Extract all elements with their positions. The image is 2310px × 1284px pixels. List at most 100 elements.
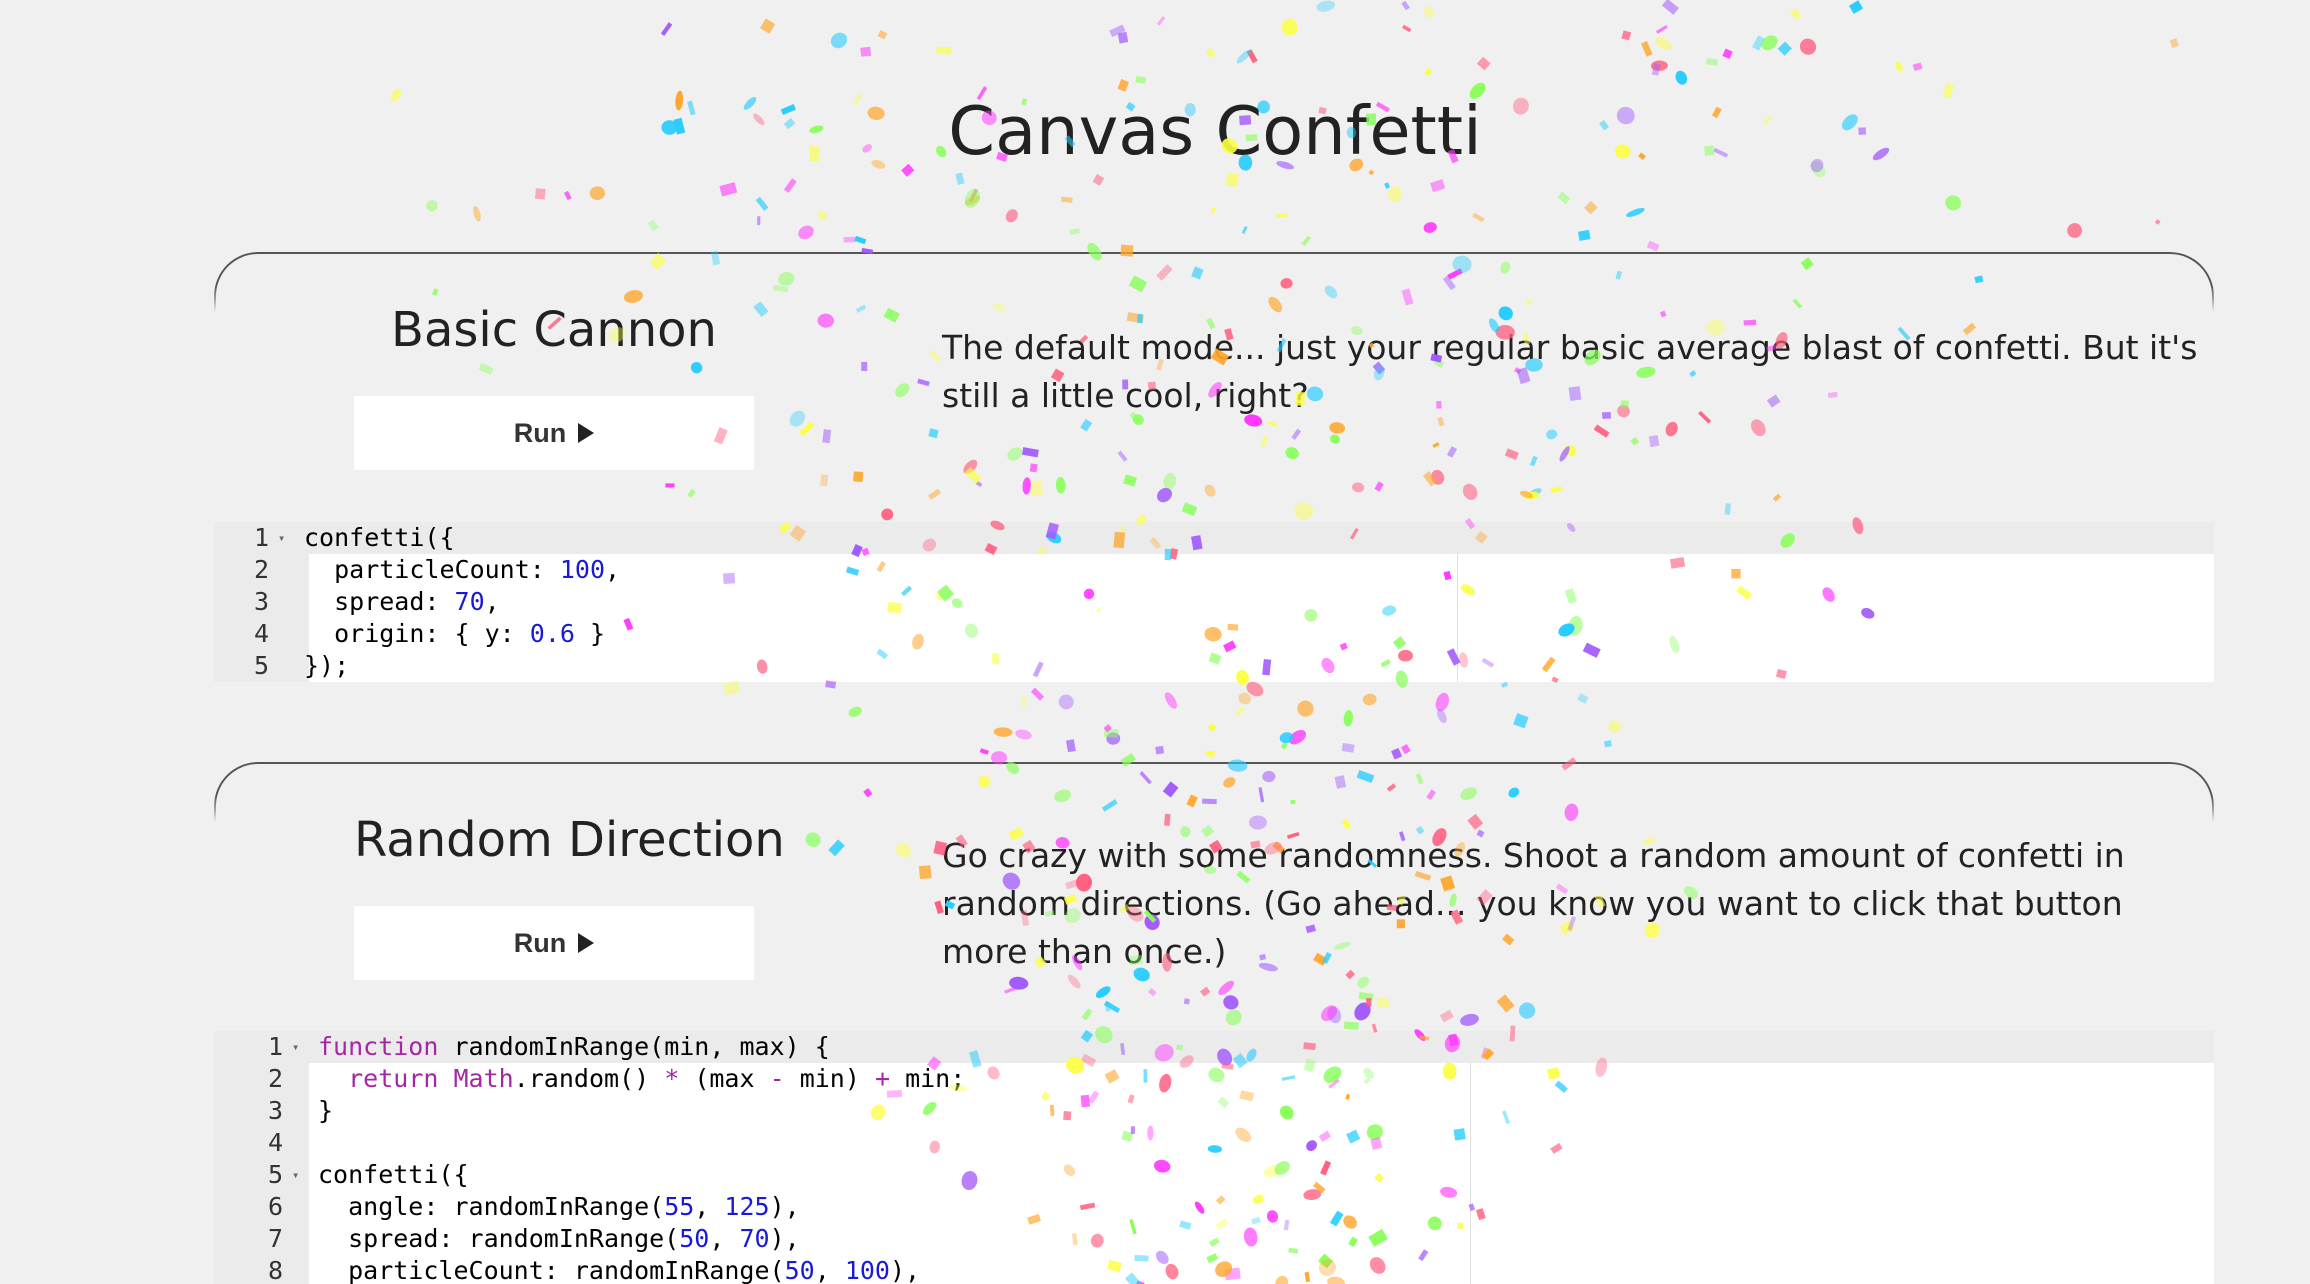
confetti-particle (1058, 694, 1074, 710)
confetti-particle (1640, 40, 1653, 57)
confetti-particle (979, 748, 989, 755)
confetti-particle (1205, 750, 1215, 757)
confetti-particle (660, 22, 673, 36)
confetti-particle (1106, 732, 1121, 745)
confetti-particle (1280, 741, 1288, 750)
confetti-particle (830, 32, 848, 49)
code-token: spread: randomInRange( (318, 1224, 680, 1253)
code-editor[interactable]: 1 ▾ function randomInRange(min, max) {2 re… (214, 1031, 2214, 1284)
confetti-particle (1135, 76, 1146, 84)
confetti-particle (647, 219, 659, 232)
code-text: angle: randomInRange(55, 125), (318, 1191, 800, 1223)
code-text: spread: randomInRange(50, 70), (318, 1223, 800, 1255)
confetti-particle (1435, 692, 1449, 712)
play-icon (578, 933, 595, 953)
play-icon (578, 423, 595, 443)
section-heading: Random Direction (354, 812, 785, 868)
confetti-particle (1761, 35, 1778, 51)
confetti-particle (843, 236, 856, 243)
confetti-particle (1388, 186, 1402, 203)
confetti-particle (1316, 0, 1335, 12)
code-token: 100 (844, 1256, 890, 1284)
code-token: particleCount: randomInRange( (318, 1256, 785, 1284)
confetti-particle (1789, 8, 1802, 21)
section-description: Go crazy with some randomness. Shoot a r… (942, 836, 2125, 971)
code-token: min) (784, 1064, 875, 1093)
code-token: , (814, 1256, 845, 1284)
code-token: 0.6 (529, 619, 575, 648)
code-line: 2 return Math.random() * (max - min) + m… (214, 1063, 2214, 1095)
code-token: return (348, 1064, 439, 1093)
code-text: return Math.random() * (max - min) + min… (318, 1063, 965, 1095)
confetti-particle (964, 188, 980, 209)
code-token: confetti({ (318, 1160, 469, 1189)
confetti-particle (1301, 235, 1312, 247)
line-number: 7 (267, 1224, 283, 1253)
confetti-particle (1246, 49, 1258, 64)
line-number: 1 (253, 523, 269, 552)
fold-toggle-icon[interactable]: ▾ (292, 1159, 299, 1191)
code-token: particleCount: (304, 555, 560, 584)
confetti-particle (757, 216, 761, 226)
confetti-particle (1500, 681, 1509, 688)
confetti-particle (1402, 24, 1412, 33)
confetti-particle (1437, 709, 1447, 723)
confetti-particle (1476, 56, 1491, 71)
confetti-particle (1103, 724, 1112, 733)
code-editor[interactable]: 1 ▾ confetti({2 particleCount: 100, 3 sprea… (214, 522, 2214, 682)
run-button[interactable]: Run (354, 906, 754, 980)
code-text: function randomInRange(min, max) { (318, 1031, 830, 1063)
confetti-particle (1577, 229, 1591, 241)
code-line: 5 ▾ confetti({ (214, 1159, 2214, 1191)
confetti-particle (1281, 18, 1298, 36)
confetti-particle (426, 200, 438, 212)
confetti-particle (1297, 700, 1314, 717)
confetti-particle (1015, 729, 1032, 740)
code-token: 70 (454, 587, 485, 616)
confetti-particle (534, 188, 546, 200)
code-text: confetti({ (304, 522, 455, 554)
confetti-particle (1848, 0, 1864, 14)
confetti-particle (1241, 225, 1248, 235)
confetti-particle (1607, 719, 1623, 735)
confetti-particle (964, 195, 981, 206)
confetti-particle (1706, 58, 1718, 66)
code-text: particleCount: 100, (304, 554, 620, 586)
code-token: 55 (664, 1192, 695, 1221)
fold-toggle-icon[interactable]: ▾ (278, 522, 285, 554)
code-token: .random() (513, 1064, 665, 1093)
confetti-particle (1472, 212, 1485, 223)
section-description: The default mode... just your regular ba… (942, 328, 2198, 415)
confetti-particle (1005, 209, 1018, 223)
confetti-particle (1661, 0, 1679, 15)
line-number: 5 (253, 651, 269, 680)
confetti-particle (1069, 228, 1081, 235)
code-line: 3 spread: 70, (214, 586, 2214, 618)
code-line: 3} (214, 1095, 2214, 1127)
confetti-particle (2154, 219, 2161, 225)
confetti-particle (968, 188, 979, 203)
code-text: particleCount: randomInRange(50, 100), (318, 1255, 920, 1284)
confetti-particle (854, 235, 867, 245)
section-basic-cannon: Basic Cannon Run The default mode... jus… (214, 252, 2214, 682)
confetti-particle (1060, 196, 1073, 203)
code-line: 7 spread: randomInRange(50, 70), (214, 1223, 2214, 1255)
confetti-particle (936, 46, 952, 55)
fold-toggle-icon[interactable]: ▾ (292, 1031, 299, 1063)
code-line: 8 particleCount: randomInRange(50, 100), (214, 1255, 2214, 1284)
page-title: Canvas Confetti (948, 92, 1482, 170)
confetti-particle (1288, 730, 1307, 745)
run-button[interactable]: Run (354, 396, 754, 470)
confetti-particle (1646, 240, 1660, 252)
code-text: origin: { y: 0.6 } (304, 618, 605, 650)
code-token: (max (679, 1064, 770, 1093)
code-token: 50 (784, 1256, 815, 1284)
confetti-particle (1155, 745, 1165, 755)
code-token: ), (769, 1224, 800, 1253)
confetti-particle (798, 225, 814, 240)
code-token: , (484, 587, 500, 616)
confetti-particle (1651, 63, 1661, 76)
code-token: + (874, 1064, 891, 1093)
confetti-particle (1275, 212, 1289, 219)
